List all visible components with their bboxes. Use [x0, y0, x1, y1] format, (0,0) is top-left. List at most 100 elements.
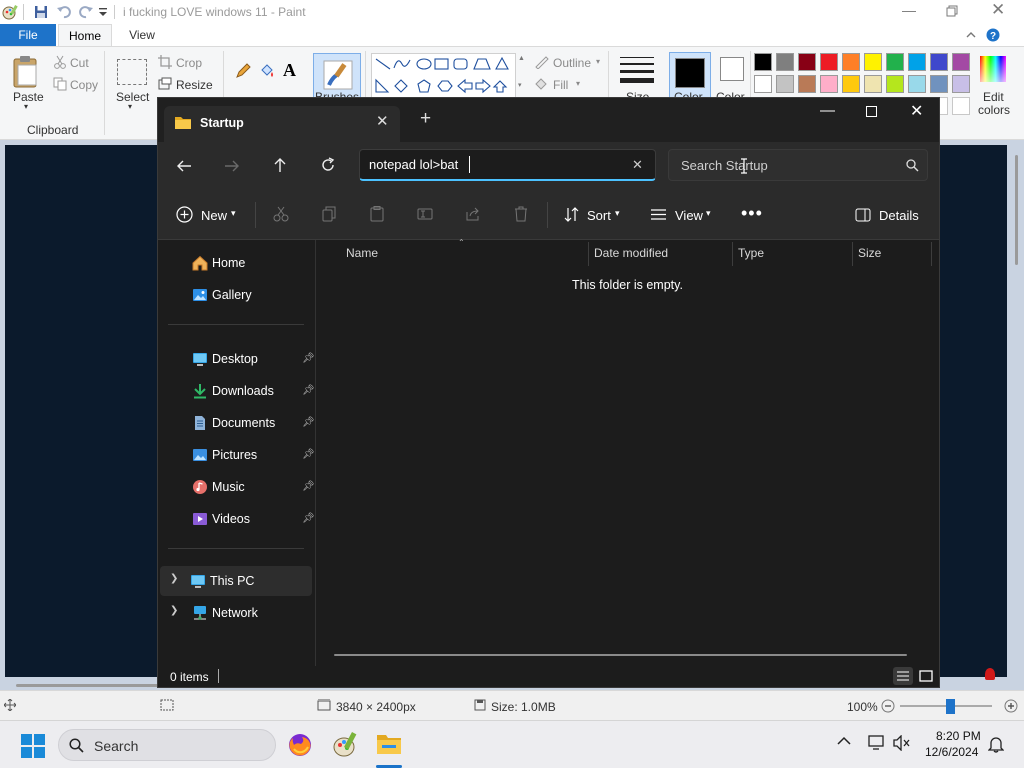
column-separator[interactable]	[732, 242, 733, 266]
paste-icon[interactable]	[369, 206, 385, 222]
search-box[interactable]: Search Startup	[668, 149, 928, 181]
palette-swatch[interactable]	[820, 75, 838, 93]
pin-icon[interactable]: 📌︎	[302, 513, 315, 524]
tab-file[interactable]: File	[0, 24, 56, 46]
volume-muted-icon[interactable]	[893, 735, 911, 751]
palette-swatch[interactable]	[886, 53, 904, 71]
pin-icon[interactable]: 📌︎	[302, 417, 315, 428]
address-bar[interactable]: notepad lol>bat ✕	[359, 149, 656, 181]
shapes-gallery[interactable]	[371, 53, 516, 99]
paste-dropdown-icon[interactable]: ▾	[24, 102, 28, 111]
palette-swatch[interactable]	[754, 53, 772, 71]
palette-swatch[interactable]	[754, 75, 772, 93]
fill-dropdown-icon[interactable]: ▾	[576, 79, 580, 88]
crop-button[interactable]: Crop	[176, 56, 202, 70]
resize-icon[interactable]	[158, 77, 172, 91]
forward-icon[interactable]	[224, 158, 240, 174]
crop-icon[interactable]	[158, 55, 172, 69]
search-icon[interactable]	[906, 159, 919, 172]
outline-button[interactable]: Outline	[553, 56, 591, 70]
cut-button[interactable]: Cut	[70, 56, 89, 70]
palette-swatch[interactable]	[886, 75, 904, 93]
new-tab-button[interactable]: +	[420, 109, 431, 129]
notifications-icon[interactable]	[988, 735, 1004, 753]
help-icon[interactable]: ?	[986, 28, 1000, 42]
palette-swatch[interactable]	[798, 53, 816, 71]
nav-item-network[interactable]: ❯ Network	[162, 598, 312, 628]
tab-view[interactable]: View	[118, 24, 166, 46]
explorer-minimize-button[interactable]: —	[820, 102, 835, 119]
color2-swatch[interactable]	[720, 57, 744, 81]
column-separator[interactable]	[852, 242, 853, 266]
nav-item-videos[interactable]: Videos 📌︎	[162, 504, 315, 534]
nav-item-pictures[interactable]: Pictures 📌︎	[162, 440, 315, 470]
paint-taskbar-icon[interactable]	[331, 731, 359, 759]
column-header-type[interactable]: Type	[738, 246, 764, 260]
paste-icon[interactable]	[12, 55, 40, 89]
cut-icon[interactable]	[53, 55, 67, 69]
pin-icon[interactable]: 📌︎	[302, 353, 315, 364]
show-hidden-icons-chevron[interactable]	[837, 736, 851, 746]
palette-swatch[interactable]	[842, 75, 860, 93]
pin-icon[interactable]: 📌︎	[302, 385, 315, 396]
paint-minimize-button[interactable]: —	[902, 2, 916, 18]
outline-dropdown-icon[interactable]: ▾	[596, 57, 600, 66]
horizontal-scrollbar[interactable]	[334, 654, 907, 656]
up-icon[interactable]	[272, 157, 288, 173]
new-icon[interactable]	[176, 206, 193, 223]
shapes-scroll-up-icon[interactable]: ▲	[518, 55, 525, 62]
sort-icon[interactable]	[563, 206, 580, 223]
column-separator[interactable]	[588, 242, 589, 266]
resize-button[interactable]: Resize	[176, 78, 213, 92]
redo-icon[interactable]	[78, 4, 94, 20]
sort-dropdown-icon[interactable]: ▾	[615, 208, 620, 219]
column-header-date-modified[interactable]: Date modified	[594, 246, 668, 260]
column-header-size[interactable]: Size	[858, 246, 881, 260]
ribbon-collapse-icon[interactable]	[966, 30, 976, 40]
address-input[interactable]: notepad lol>bat	[369, 157, 458, 172]
undo-icon[interactable]	[56, 4, 72, 20]
edit-colors-icon[interactable]	[979, 55, 1007, 83]
tab-home[interactable]: Home	[58, 24, 112, 46]
palette-swatch[interactable]	[820, 53, 838, 71]
expand-chevron-icon[interactable]: ❯	[170, 605, 178, 616]
palette-swatch[interactable]	[930, 53, 948, 71]
column-header-name[interactable]: Name	[346, 246, 378, 260]
paste-button[interactable]: Paste	[13, 90, 44, 104]
explorer-maximize-button[interactable]	[866, 106, 877, 117]
details-button[interactable]: Details	[879, 208, 919, 223]
new-button[interactable]: New	[201, 208, 227, 223]
copy-icon[interactable]	[53, 77, 67, 91]
outline-icon[interactable]	[534, 55, 550, 69]
fill-bucket-icon[interactable]	[259, 63, 275, 79]
nav-item-music[interactable]: Music 📌︎	[162, 472, 315, 502]
more-options-icon[interactable]: •••	[741, 203, 763, 224]
start-button[interactable]	[21, 734, 45, 758]
close-tab-icon[interactable]: ✕	[376, 112, 389, 130]
quick-access-dropdown-icon[interactable]	[98, 6, 108, 18]
zoom-out-icon[interactable]	[881, 699, 895, 713]
search-input[interactable]: Search Startup	[681, 158, 768, 173]
palette-swatch[interactable]	[776, 75, 794, 93]
palette-swatch[interactable]	[842, 53, 860, 71]
back-icon[interactable]	[176, 158, 192, 174]
palette-swatch-empty[interactable]	[952, 97, 970, 115]
palette-swatch[interactable]	[908, 53, 926, 71]
view-button[interactable]: View	[675, 208, 703, 223]
select-button[interactable]: Select	[116, 90, 149, 104]
taskbar-search[interactable]: Search	[58, 729, 276, 761]
zoom-in-icon[interactable]	[1004, 699, 1018, 713]
palette-swatch[interactable]	[952, 53, 970, 71]
nav-item-home[interactable]: Home	[162, 248, 312, 278]
palette-swatch[interactable]	[930, 75, 948, 93]
file-explorer-taskbar-icon[interactable]	[376, 732, 402, 756]
select-icon[interactable]	[117, 59, 147, 85]
nav-item-gallery[interactable]: Gallery	[162, 280, 312, 310]
size-icon[interactable]	[620, 55, 654, 87]
palette-swatch[interactable]	[798, 75, 816, 93]
nav-item-documents[interactable]: Documents 📌︎	[162, 408, 315, 438]
fill-icon[interactable]	[534, 77, 550, 91]
tab-startup[interactable]: Startup ✕	[164, 106, 400, 142]
clock-date[interactable]: 12/6/2024	[925, 745, 978, 759]
nav-item-desktop[interactable]: Desktop 📌︎	[162, 344, 315, 374]
